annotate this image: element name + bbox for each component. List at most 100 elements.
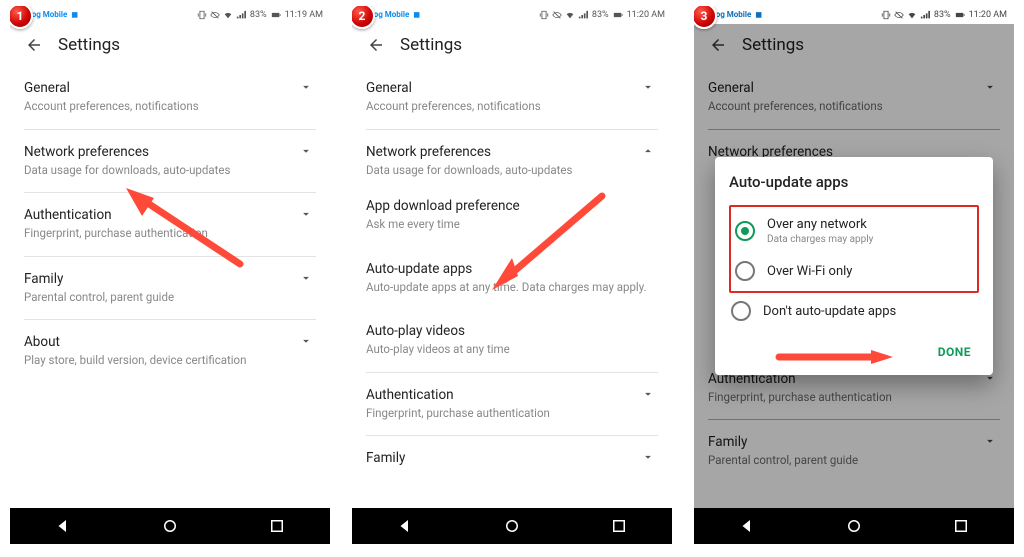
section-about[interactable]: About Play store, build version, device … <box>24 320 316 383</box>
arrow-left-icon <box>25 36 43 54</box>
section-title: Network preferences <box>366 144 638 160</box>
nav-recent-icon[interactable] <box>268 517 286 535</box>
item-title: Auto-play videos <box>366 323 658 339</box>
radio-icon <box>735 261 755 281</box>
nav-recent-icon[interactable] <box>610 517 628 535</box>
annotation-arrow <box>775 349 895 363</box>
back-button[interactable] <box>20 31 48 59</box>
nav-home-icon[interactable] <box>503 517 521 535</box>
section-authentication[interactable]: Authentication Fingerprint, purchase aut… <box>366 373 658 437</box>
section-title: About <box>24 334 296 350</box>
eye-off-icon <box>894 10 904 20</box>
chevron-down-icon <box>296 334 316 348</box>
item-subtitle: Auto-update apps at any time. Data charg… <box>366 280 658 296</box>
section-network-preferences[interactable]: Network preferences Data usage for downl… <box>24 130 316 194</box>
clock: 11:19 AM <box>285 10 323 20</box>
status-bar: Dialog Mobile ◼ 83% 11:19 AM <box>10 6 330 24</box>
app-bar: Settings <box>10 24 330 66</box>
battery-icon <box>955 10 965 20</box>
section-network-preferences[interactable]: Network preferences Data usage for downl… <box>366 130 658 193</box>
option-label: Over Wi-Fi only <box>767 264 852 279</box>
radio-icon <box>735 221 755 241</box>
signal-icon <box>578 10 588 20</box>
section-subtitle: Data usage for downloads, auto-updates <box>366 163 638 179</box>
vibrate-icon <box>539 10 549 20</box>
battery-icon <box>613 10 623 20</box>
auto-update-dialog: Auto-update apps Over any network Data c… <box>715 157 993 375</box>
back-button[interactable] <box>362 31 390 59</box>
item-title: Auto-update apps <box>366 261 658 277</box>
wifi-icon <box>907 10 917 20</box>
option-sublabel: Data charges may apply <box>767 234 873 245</box>
vibrate-icon <box>881 10 891 20</box>
nav-recent-icon[interactable] <box>952 517 970 535</box>
dialog-scrim[interactable]: Auto-update apps Over any network Data c… <box>694 24 1014 508</box>
settings-list: General Account preferences, notificatio… <box>10 66 330 508</box>
section-subtitle: Account preferences, notifications <box>24 99 296 115</box>
dialog-title: Auto-update apps <box>729 173 979 191</box>
battery-percent: 83% <box>250 10 267 20</box>
phone-step-3: 3 Dialog Mobile ◼ 83% 11:20 AM Settings … <box>694 6 1014 544</box>
section-family[interactable]: Family Parental control, parent guide <box>24 257 316 321</box>
clock: 11:20 AM <box>969 10 1007 20</box>
phone-step-1: 1 Dialog Mobile ◼ 83% 11:19 AM Settings … <box>10 6 330 544</box>
section-title: Family <box>24 271 296 287</box>
nav-back-icon[interactable] <box>54 517 72 535</box>
section-title: Authentication <box>24 207 296 223</box>
nav-home-icon[interactable] <box>845 517 863 535</box>
item-title: App download preference <box>366 198 658 214</box>
nav-back-icon[interactable] <box>396 517 414 535</box>
chevron-down-icon <box>638 80 658 94</box>
item-app-download-preference[interactable]: App download preference Ask me every tim… <box>366 192 658 247</box>
page-title: Settings <box>400 35 462 55</box>
section-subtitle: Fingerprint, purchase authentication <box>366 406 638 422</box>
battery-icon <box>271 10 281 20</box>
section-subtitle: Play store, build version, device certif… <box>24 353 296 369</box>
option-label: Don't auto-update apps <box>763 304 896 319</box>
phone-step-2: 2 Dialog Mobile ◼ 83% 11:20 AM Settings … <box>352 6 672 544</box>
item-auto-update-apps[interactable]: Auto-update apps Auto-update apps at any… <box>366 247 658 310</box>
page-title: Settings <box>58 35 120 55</box>
nav-home-icon[interactable] <box>161 517 179 535</box>
nav-back-icon[interactable] <box>738 517 756 535</box>
wifi-icon <box>565 10 575 20</box>
section-family[interactable]: Family <box>366 436 658 483</box>
radio-icon <box>731 301 751 321</box>
chevron-down-icon <box>296 271 316 285</box>
app-bar: Settings <box>352 24 672 66</box>
eye-off-icon <box>210 10 220 20</box>
vibrate-icon <box>197 10 207 20</box>
android-nav-bar <box>694 508 1014 544</box>
signal-icon <box>236 10 246 20</box>
android-nav-bar <box>10 508 330 544</box>
android-nav-bar <box>352 508 672 544</box>
section-general[interactable]: General Account preferences, notificatio… <box>24 66 316 130</box>
annotation-highlight: Over any network Data charges may apply … <box>729 205 979 293</box>
section-general[interactable]: General Account preferences, notificatio… <box>366 66 658 130</box>
signal-icon <box>920 10 930 20</box>
option-dont-auto-update[interactable]: Don't auto-update apps <box>729 293 979 329</box>
chevron-down-icon <box>638 387 658 401</box>
option-label: Over any network <box>767 217 873 232</box>
wifi-icon <box>223 10 233 20</box>
section-authentication[interactable]: Authentication Fingerprint, purchase aut… <box>24 193 316 257</box>
option-over-any-network[interactable]: Over any network Data charges may apply <box>733 209 975 253</box>
section-title: General <box>366 80 638 96</box>
done-button[interactable]: DONE <box>930 339 979 365</box>
chevron-down-icon <box>296 144 316 158</box>
item-subtitle: Ask me every time <box>366 217 658 233</box>
option-over-wifi-only[interactable]: Over Wi-Fi only <box>733 253 975 289</box>
item-subtitle: Auto-play videos at any time <box>366 342 658 358</box>
item-auto-play-videos[interactable]: Auto-play videos Auto-play videos at any… <box>366 309 658 373</box>
battery-percent: 83% <box>934 10 951 20</box>
battery-percent: 83% <box>592 10 609 20</box>
clock: 11:20 AM <box>627 10 665 20</box>
status-bar: Dialog Mobile ◼ 83% 11:20 AM <box>694 6 1014 24</box>
chevron-down-icon <box>296 80 316 94</box>
section-subtitle: Parental control, parent guide <box>24 290 296 306</box>
settings-list: General Account preferences, notificatio… <box>352 66 672 508</box>
section-title: Network preferences <box>24 144 296 160</box>
section-title: Authentication <box>366 387 638 403</box>
section-title: General <box>24 80 296 96</box>
section-subtitle: Account preferences, notifications <box>366 99 638 115</box>
